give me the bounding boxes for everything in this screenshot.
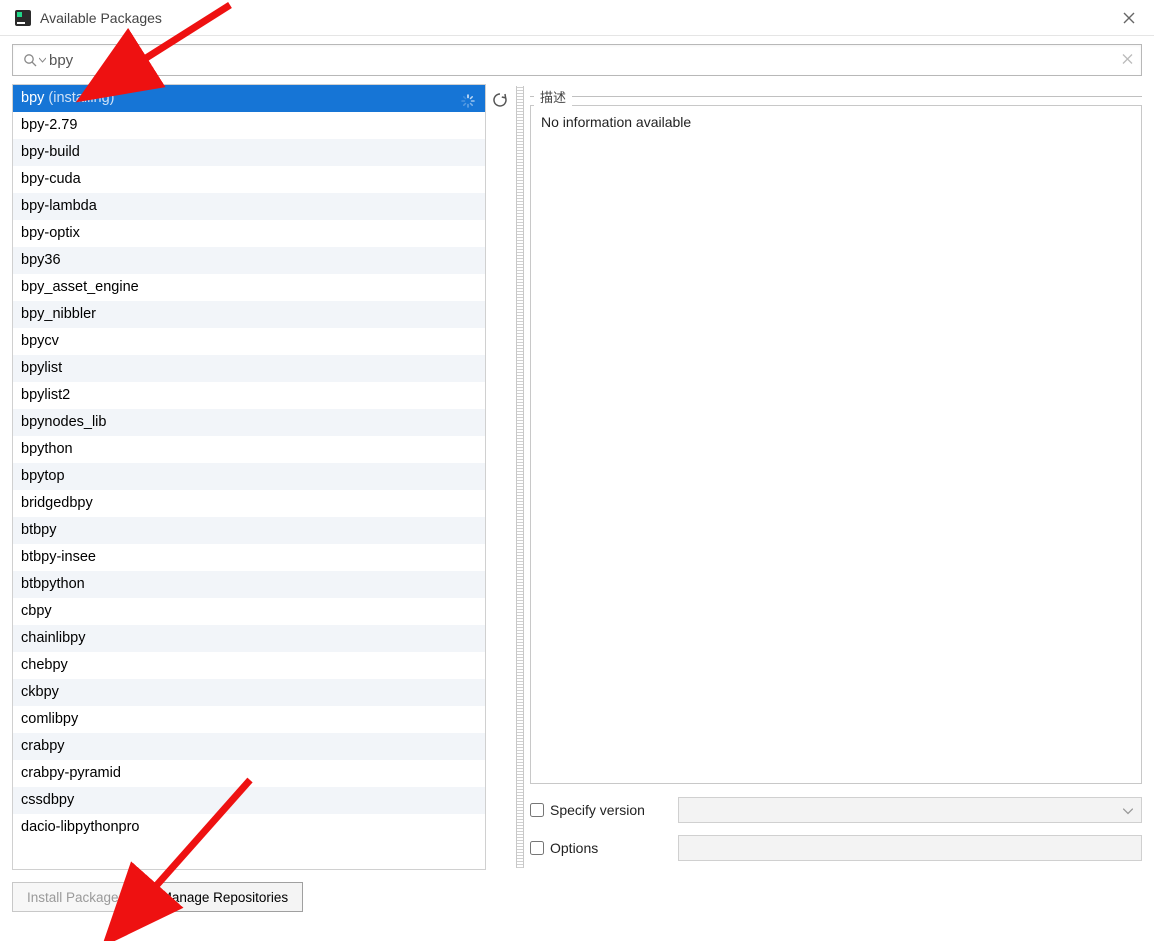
package-item[interactable]: comlibpy xyxy=(13,706,485,733)
pycharm-icon xyxy=(14,9,32,27)
refresh-button[interactable] xyxy=(488,88,512,112)
package-item[interactable]: bpy-lambda xyxy=(13,193,485,220)
description-group: 描述 No information available xyxy=(530,96,1142,784)
package-name: dacio-libpythonpro xyxy=(21,819,140,835)
package-item[interactable]: cssdbpy xyxy=(13,787,485,814)
package-name: crabpy-pyramid xyxy=(21,765,121,781)
package-name: bpynodes_lib xyxy=(21,414,106,430)
search-row xyxy=(0,36,1154,84)
clear-search-icon[interactable] xyxy=(1122,53,1133,68)
loading-spinner-icon xyxy=(461,91,475,112)
package-item[interactable]: bpy (installing) xyxy=(13,85,485,112)
package-name: cbpy xyxy=(21,603,52,619)
dialog-footer: Install Package Manage Repositories xyxy=(0,870,1154,924)
search-icon xyxy=(23,53,46,67)
options-label: Options xyxy=(550,840,678,856)
package-name: btbpy xyxy=(21,522,56,538)
package-name: bpytop xyxy=(21,468,65,484)
package-item[interactable]: bridgedbpy xyxy=(13,490,485,517)
package-item[interactable]: bpy_asset_engine xyxy=(13,274,485,301)
package-name: crabpy xyxy=(21,738,65,754)
package-name: bpy_nibbler xyxy=(21,306,96,322)
specify-version-label: Specify version xyxy=(550,802,678,818)
package-name: bpycv xyxy=(21,333,59,349)
package-name: bridgedbpy xyxy=(21,495,93,511)
package-name: bpy-build xyxy=(21,144,80,160)
package-name: bpy_asset_engine xyxy=(21,279,139,295)
package-status: (installing) xyxy=(44,90,114,106)
package-item[interactable]: bpython xyxy=(13,436,485,463)
package-item[interactable]: chebpy xyxy=(13,652,485,679)
title-bar: Available Packages xyxy=(0,0,1154,36)
package-item[interactable]: bpy-2.79 xyxy=(13,112,485,139)
pane-splitter[interactable] xyxy=(516,86,524,868)
package-item[interactable]: bpy-build xyxy=(13,139,485,166)
options-input[interactable] xyxy=(678,835,1142,861)
package-name: bpylist2 xyxy=(21,387,70,403)
manage-repositories-button[interactable]: Manage Repositories xyxy=(146,882,304,912)
specify-version-checkbox[interactable] xyxy=(530,803,544,817)
package-name: bpy-2.79 xyxy=(21,117,77,133)
install-package-button[interactable]: Install Package xyxy=(12,882,134,912)
package-name: bpylist xyxy=(21,360,62,376)
search-box[interactable] xyxy=(12,44,1142,76)
search-input[interactable] xyxy=(49,45,1111,75)
package-item[interactable]: crabpy-pyramid xyxy=(13,760,485,787)
package-item[interactable]: cbpy xyxy=(13,598,485,625)
package-item[interactable]: chainlibpy xyxy=(13,625,485,652)
options-checkbox[interactable] xyxy=(530,841,544,855)
package-name: btbpy-insee xyxy=(21,549,96,565)
package-name: ckbpy xyxy=(21,684,59,700)
package-name: btbpython xyxy=(21,576,85,592)
package-name: bpy xyxy=(21,90,44,106)
package-item[interactable]: bpynodes_lib xyxy=(13,409,485,436)
chevron-down-icon xyxy=(1123,803,1133,818)
package-name: bpython xyxy=(21,441,73,457)
package-item[interactable]: bpylist xyxy=(13,355,485,382)
description-text: No information available xyxy=(530,105,1142,784)
package-name: cssdbpy xyxy=(21,792,74,808)
package-name: bpy36 xyxy=(21,252,61,268)
package-item[interactable]: bpy-optix xyxy=(13,220,485,247)
package-item[interactable]: bpytop xyxy=(13,463,485,490)
package-name: bpy-lambda xyxy=(21,198,97,214)
package-name: comlibpy xyxy=(21,711,78,727)
package-item[interactable]: btbpy xyxy=(13,517,485,544)
package-item[interactable]: bpy-cuda xyxy=(13,166,485,193)
package-item[interactable]: bpy36 xyxy=(13,247,485,274)
window-close-button[interactable] xyxy=(1114,3,1144,33)
package-item[interactable]: bpycv xyxy=(13,328,485,355)
package-item[interactable]: bpylist2 xyxy=(13,382,485,409)
package-name: chebpy xyxy=(21,657,68,673)
package-list[interactable]: bpy (installing) bpy-2.79 bpy-build bpy-cud… xyxy=(12,84,486,870)
package-item[interactable]: ckbpy xyxy=(13,679,485,706)
package-item[interactable]: btbpy-insee xyxy=(13,544,485,571)
package-item[interactable]: btbpython xyxy=(13,571,485,598)
specify-version-combo[interactable] xyxy=(678,797,1142,823)
package-item[interactable]: crabpy xyxy=(13,733,485,760)
package-name: chainlibpy xyxy=(21,630,86,646)
package-item[interactable]: bpy_nibbler xyxy=(13,301,485,328)
window-title: Available Packages xyxy=(40,10,162,26)
package-name: bpy-optix xyxy=(21,225,80,241)
package-item[interactable]: dacio-libpythonpro xyxy=(13,814,485,841)
package-name: bpy-cuda xyxy=(21,171,81,187)
description-legend: 描述 xyxy=(534,87,572,106)
dropdown-caret-icon xyxy=(39,57,46,64)
